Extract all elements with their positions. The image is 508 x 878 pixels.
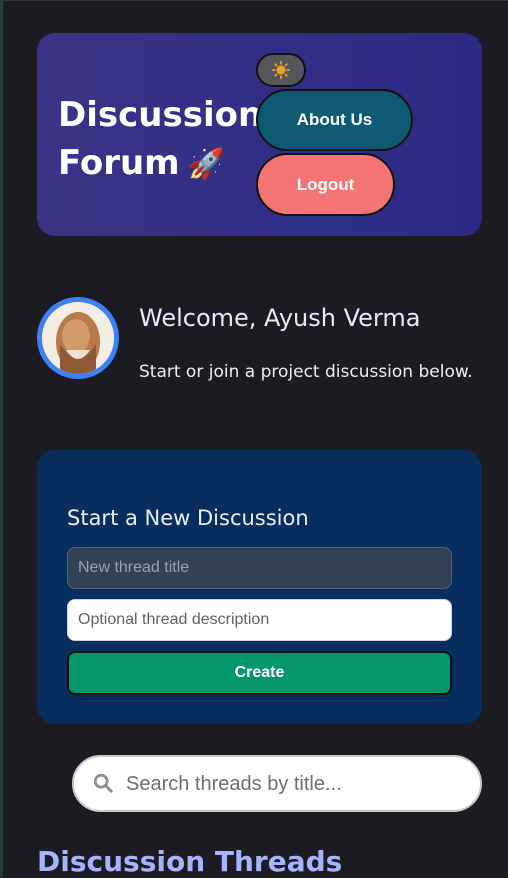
new-discussion-card: Start a New Discussion Create xyxy=(37,450,482,724)
rocket-icon: 🚀 xyxy=(187,147,225,182)
thread-description-input[interactable] xyxy=(67,599,452,641)
about-us-button[interactable]: About Us xyxy=(256,89,413,151)
search-input[interactable] xyxy=(124,757,468,812)
search-bar xyxy=(72,755,482,812)
theme-toggle-button[interactable] xyxy=(256,53,306,87)
avatar-image xyxy=(42,302,114,374)
welcome-subtitle: Start or join a project discussion below… xyxy=(139,362,473,382)
brand-line-2: Forum xyxy=(58,143,180,183)
threads-heading: Discussion Threads xyxy=(37,845,343,878)
portrait-icon xyxy=(42,302,114,374)
search-icon xyxy=(93,773,113,793)
logout-button[interactable]: Logout xyxy=(256,153,395,216)
welcome-title: Welcome, Ayush Verma xyxy=(139,304,421,332)
brand-line-1: Discussion xyxy=(58,95,263,135)
new-discussion-heading: Start a New Discussion xyxy=(67,506,309,530)
brand-title: Discussion Forum 🚀 xyxy=(58,91,262,189)
thread-title-input[interactable] xyxy=(67,547,452,589)
header-bar: Discussion Forum 🚀 About Us Logout xyxy=(37,33,482,236)
avatar xyxy=(37,297,119,379)
sun-icon xyxy=(272,61,290,79)
create-thread-button[interactable]: Create xyxy=(67,651,452,695)
